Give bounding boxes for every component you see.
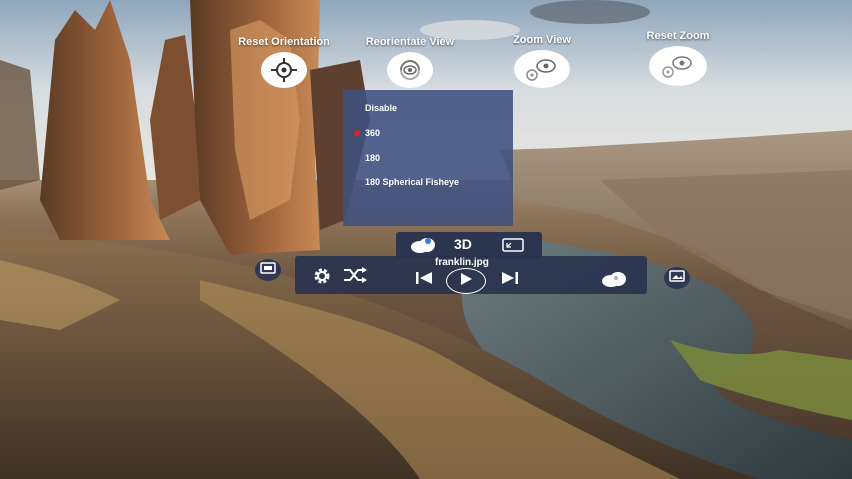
file-name-label: franklin.jpg	[435, 257, 489, 268]
reset-zoom-label: Reset Zoom	[646, 30, 710, 42]
playback-bar: franklin.jpg	[295, 256, 647, 294]
selected-indicator-dot	[354, 130, 360, 136]
play-icon	[459, 272, 473, 291]
menu-item-360[interactable]: 360	[365, 128, 380, 138]
mode-bar: 3D	[396, 232, 542, 258]
menu-item-180[interactable]: 180	[365, 153, 380, 163]
vr-photo-icon	[669, 269, 685, 287]
reset-orientation-label: Reset Orientation	[238, 36, 330, 48]
vr-photo-button[interactable]	[664, 267, 690, 289]
menu-item-disable[interactable]: Disable	[365, 103, 397, 113]
gallery-icon	[260, 261, 276, 279]
gallery-button[interactable]	[255, 259, 281, 281]
crosshair-eye-icon[interactable]	[261, 52, 307, 88]
rotate-eye-icon[interactable]	[387, 52, 433, 88]
reorientate-view-control[interactable]: Reorientate View	[350, 36, 470, 88]
projection-menu: Disable 360 180 180 Spherical Fisheye	[343, 90, 513, 226]
reset-zoom-eye-icon[interactable]	[649, 46, 707, 86]
skip-previous-icon[interactable]	[415, 271, 433, 285]
reset-zoom-control[interactable]: Reset Zoom	[618, 30, 738, 86]
zoom-view-control[interactable]: Zoom View	[482, 34, 602, 88]
play-button[interactable]	[446, 268, 486, 294]
screen-size-icon[interactable]	[502, 238, 524, 257]
gear-icon[interactable]	[312, 266, 332, 286]
reorientate-view-label: Reorientate View	[365, 36, 455, 48]
shuffle-icon[interactable]	[343, 267, 367, 283]
mode-3d-toggle[interactable]: 3D	[454, 236, 472, 252]
zoom-view-label: Zoom View	[513, 34, 571, 46]
cloud-share-icon[interactable]	[599, 269, 629, 289]
reset-orientation-control[interactable]: Reset Orientation	[224, 36, 344, 88]
menu-item-180-spherical-fisheye[interactable]: 180 Spherical Fisheye	[365, 177, 459, 187]
skip-next-icon[interactable]	[501, 271, 519, 285]
zoom-eye-icon[interactable]	[514, 50, 570, 88]
